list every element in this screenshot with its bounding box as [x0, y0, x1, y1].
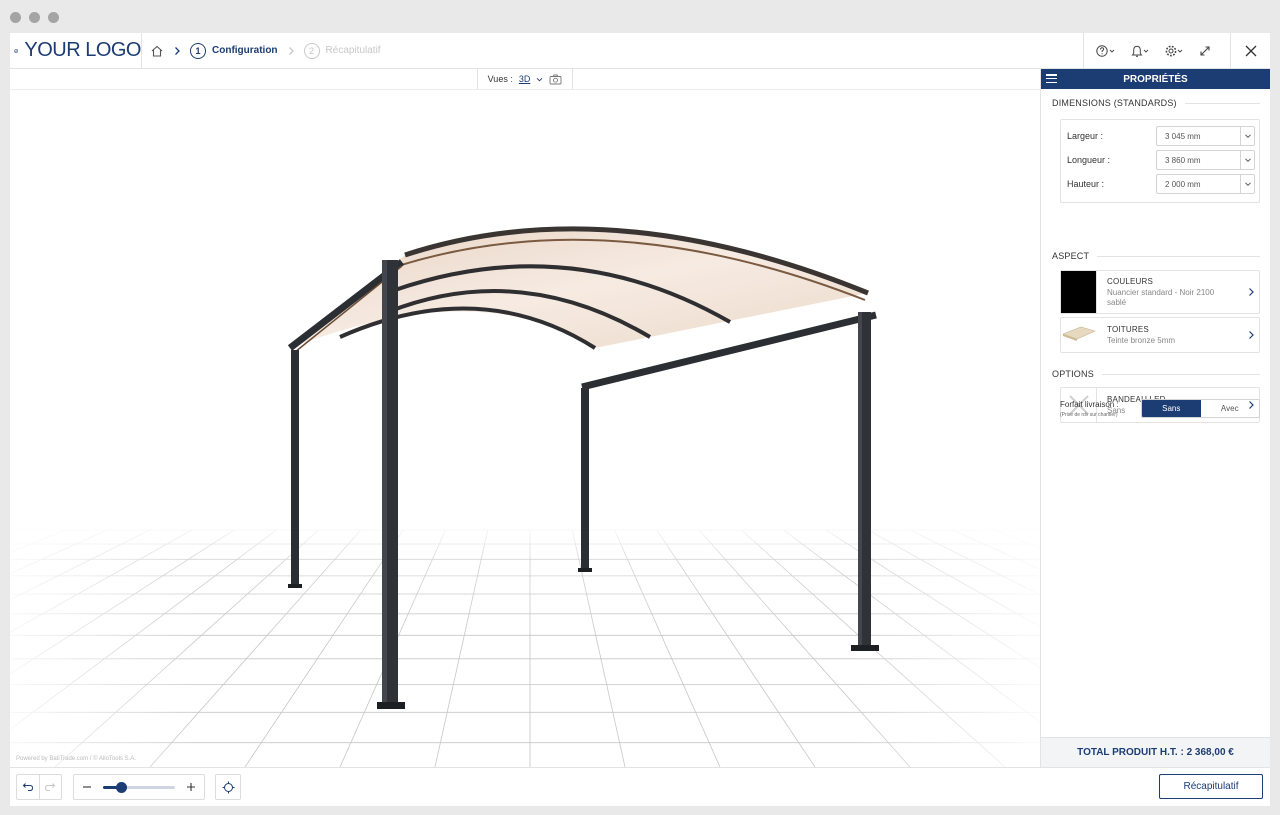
undo-icon — [22, 782, 34, 792]
redo-button[interactable] — [40, 775, 62, 799]
bottom-toolbar: Récapitulatif — [10, 767, 1270, 806]
card-title: COULEURS — [1107, 276, 1154, 286]
views-bar: Vues : 3D — [477, 69, 573, 89]
section-dimensions: DIMENSIONS (STANDARDS) — [1052, 98, 1260, 108]
largeur-select[interactable]: 3 045 mm — [1156, 126, 1255, 146]
logo[interactable]: YOUR LOGO — [10, 33, 142, 69]
step-number: 2 — [303, 42, 320, 59]
dimension-row-longueur: Longueur : 3 860 mm — [1067, 150, 1255, 170]
delivery-option-avec[interactable]: Avec — [1201, 400, 1260, 417]
chevron-down-icon — [1240, 175, 1254, 193]
delivery-option-sans[interactable]: Sans — [1142, 400, 1201, 417]
zoom-out-button[interactable] — [82, 782, 92, 792]
window-dot-close[interactable] — [10, 12, 21, 23]
zoom-in-button[interactable] — [186, 782, 196, 792]
dimension-row-hauteur: Hauteur : 2 000 mm — [1067, 174, 1255, 194]
undo-button[interactable] — [17, 775, 40, 799]
views-label: Vues : — [487, 74, 513, 84]
chevron-right-icon — [1243, 287, 1259, 297]
logo-mark-icon — [14, 48, 19, 53]
view-mode-value: 3D — [518, 74, 531, 84]
roof-card[interactable]: TOITURES Teinte bronze 5mm — [1060, 317, 1260, 353]
logo-text: YOUR LOGO — [24, 39, 141, 61]
section-aspect: ASPECT — [1052, 251, 1260, 261]
dimension-value: 3 045 mm — [1165, 131, 1201, 141]
camera-icon[interactable] — [549, 74, 562, 85]
view-mode-select[interactable]: 3D — [519, 74, 531, 84]
zoom-controls — [73, 774, 205, 800]
window-dot-minimize[interactable] — [29, 12, 40, 23]
gear-icon[interactable] — [1164, 44, 1184, 58]
longueur-select[interactable]: 3 860 mm — [1156, 150, 1255, 170]
delivery-label-group: Forfait livraison : (Prise de rdv sur ch… — [1060, 400, 1140, 418]
dimension-row-largeur: Largeur : 3 045 mm — [1067, 126, 1255, 146]
recenter-button[interactable] — [215, 774, 241, 800]
crosshair-icon — [222, 781, 235, 794]
card-value-line2: sablé — [1107, 297, 1127, 307]
app-window: YOUR LOGO 1 Configuration 2 Récapitulati… — [10, 33, 1270, 806]
breadcrumb: 1 Configuration 2 Récapitulatif — [142, 33, 381, 69]
properties-panel: PROPRIÉTÉS DIMENSIONS (STANDARDS) Largeu… — [1040, 69, 1270, 767]
recap-button[interactable]: Récapitulatif — [1159, 774, 1263, 799]
step-recapitulatif[interactable]: 2 Récapitulatif — [303, 42, 381, 59]
chevron-right-icon — [1243, 330, 1259, 340]
app-header: YOUR LOGO 1 Configuration 2 Récapitulati… — [10, 33, 1270, 69]
close-icon — [1245, 45, 1257, 57]
hauteur-select[interactable]: 2 000 mm — [1156, 174, 1255, 194]
help-icon[interactable] — [1096, 44, 1116, 58]
panel-header: PROPRIÉTÉS — [1041, 69, 1270, 89]
chevron-down-icon — [1240, 151, 1254, 169]
zoom-handle[interactable] — [116, 781, 127, 793]
step-label: Récapitulatif — [325, 45, 381, 56]
total-price: TOTAL PRODUIT H.T. : 2 368,00 € — [1041, 737, 1270, 767]
step-number: 1 — [190, 42, 206, 59]
colors-card[interactable]: COULEURS Nuancier standard - Noir 2100 sa… — [1060, 270, 1260, 314]
chevron-right-icon — [286, 46, 296, 56]
powered-by: Powered by BatiTrade.com / © AlloTools S… — [16, 756, 136, 762]
section-title: OPTIONS — [1052, 369, 1094, 379]
close-button[interactable] — [1230, 33, 1270, 69]
color-swatch — [1061, 271, 1097, 313]
menu-icon[interactable] — [1046, 74, 1057, 83]
section-title: ASPECT — [1052, 251, 1090, 261]
window-dot-maximize[interactable] — [48, 12, 59, 23]
step-label: Configuration — [212, 45, 278, 56]
section-title: DIMENSIONS (STANDARDS) — [1052, 98, 1177, 108]
panel-title: PROPRIÉTÉS — [1123, 73, 1188, 85]
card-value-line1: Nuancier standard - Noir 2100 — [1107, 287, 1215, 297]
dimension-value: 2 000 mm — [1165, 179, 1201, 189]
delivery-note: (Prise de rdv sur chantier) — [1060, 412, 1118, 418]
header-actions — [1083, 33, 1270, 69]
delivery-label: Forfait livraison : — [1060, 400, 1119, 409]
zoom-slider[interactable] — [103, 781, 175, 793]
chevron-down-icon — [536, 76, 543, 83]
dimension-value: 3 860 mm — [1165, 155, 1201, 165]
header-tools — [1083, 33, 1230, 69]
3d-viewport[interactable] — [10, 90, 1040, 767]
delivery-toggle: Sans Avec — [1141, 399, 1260, 418]
chevron-down-icon — [1240, 127, 1254, 145]
dimension-label: Hauteur : — [1067, 179, 1105, 189]
expand-icon[interactable] — [1198, 44, 1212, 58]
card-value: Teinte bronze 5mm — [1107, 335, 1176, 345]
step-configuration[interactable]: 1 Configuration — [190, 42, 278, 59]
dimensions-box: Largeur : 3 045 mm Longueur : 3 860 mm H… — [1060, 119, 1260, 203]
chevron-right-icon — [172, 46, 182, 56]
history-controls — [16, 774, 62, 800]
roof-thumbnail — [1061, 318, 1097, 352]
home-icon[interactable] — [150, 44, 164, 58]
section-options: OPTIONS — [1052, 369, 1260, 379]
dimension-label: Largeur : — [1067, 131, 1104, 141]
dimension-label: Longueur : — [1067, 155, 1111, 165]
bell-icon[interactable] — [1130, 44, 1150, 58]
redo-icon — [44, 782, 56, 792]
card-title: TOITURES — [1107, 324, 1149, 334]
window-controls — [10, 12, 59, 23]
